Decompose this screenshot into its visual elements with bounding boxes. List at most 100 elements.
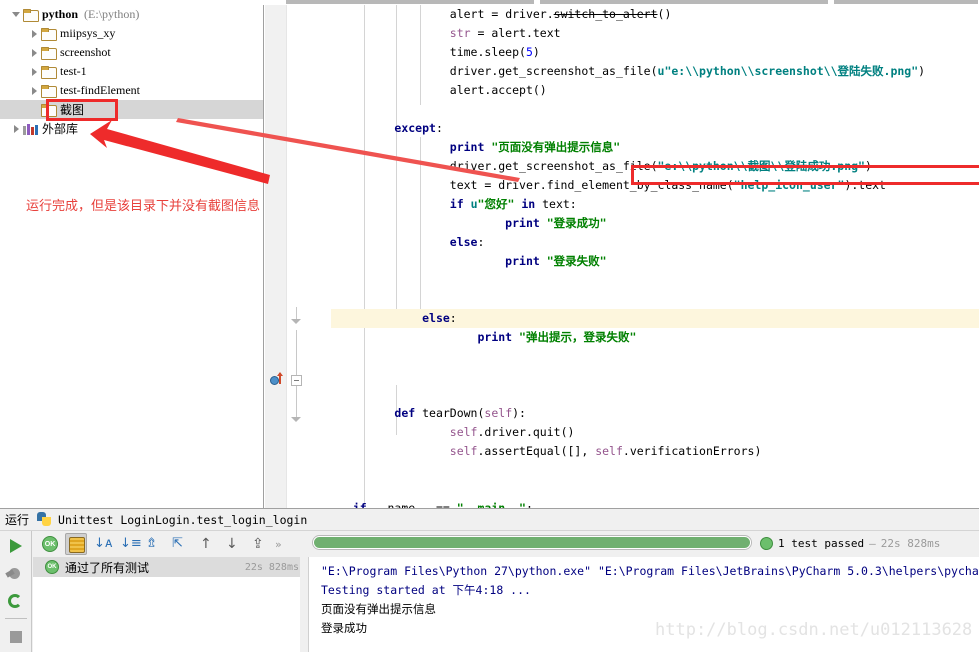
pause-output-button[interactable] [0,559,32,587]
sort-alphabetically-button[interactable]: ↓ᴀ [91,533,113,555]
tree-item-4[interactable]: test-findElement [0,81,263,100]
console-gutter [300,557,309,652]
tree-item-0[interactable]: python (E:\python) [0,5,263,24]
code-line[interactable] [331,461,979,480]
code-line[interactable]: except: [331,119,979,138]
expand-all-button[interactable]: ⇯ [143,533,165,555]
project-tool-window[interactable]: python (E:\python) miipsys_xy screenshot tes… [0,5,264,508]
code-line[interactable] [331,271,979,290]
chevron-right-icon[interactable] [10,119,23,138]
editor-tab-2[interactable] [539,0,829,4]
console-line: "E:\Program Files\Python 27\python.exe" … [321,564,979,578]
chevron-right-icon[interactable] [28,81,41,100]
folder-icon [41,84,57,98]
code-line[interactable]: print "登录失败" [331,252,979,271]
test-progress-bar [312,535,752,550]
test-results-tree[interactable]: OK 通过了所有测试 22s 828ms [33,557,308,652]
folder-icon [41,103,57,117]
code-line[interactable]: print "页面没有弹出提示信息" [331,138,979,157]
code-line[interactable]: self.driver.quit() [331,423,979,442]
folder-icon [41,27,57,41]
code-line[interactable]: else: [331,233,979,252]
editor-text[interactable]: alert = driver.switch_to_alert() str = a… [331,5,979,508]
fold-region-end-icon-2[interactable] [291,417,302,428]
export-icon: ⇪ [252,536,264,552]
tree-item-1[interactable]: miipsys_xy [0,24,263,43]
collapse-all-button[interactable]: ⇱ [169,533,191,555]
code-line[interactable] [331,290,979,309]
stripes-icon [69,537,85,553]
run-window-title: 运行 [5,513,30,527]
code-line[interactable]: str = alert.text [331,24,979,43]
test-status-summary: 1 test passed – 22s 828ms [760,535,940,551]
stop-button[interactable] [0,622,32,650]
folder-icon [41,46,57,60]
test-progress-fill [313,536,751,549]
run-left-toolbar[interactable] [0,531,32,652]
tree-item-5[interactable]: 截图 [0,100,263,119]
code-line[interactable]: if __name__ == "__main__": [331,499,979,508]
tree-item-label: test-findElement [60,83,140,97]
tree-item-label: python [42,7,79,21]
rerun-failed-button[interactable] [0,587,32,615]
test-duration-label: 22s 828ms [880,536,941,550]
code-editor[interactable]: alert = driver.switch_to_alert() str = a… [265,5,979,508]
chevron-right-icon[interactable] [28,24,41,43]
tree-item-label: 外部库 [42,122,79,136]
run-test-gutter-icon[interactable] [270,372,284,387]
test-result-label: 通过了所有测试 [65,560,150,575]
tree-item-path: (E:\python) [84,7,140,21]
code-line[interactable]: def tearDown(self): [331,404,979,423]
sort-by-duration-button[interactable]: ↓≡ [117,533,142,555]
ok-circle-icon: OK [45,560,59,574]
code-line[interactable] [331,480,979,499]
pycharm-window: python (E:\python) miipsys_xy screenshot tes… [0,0,979,652]
show-ignored-button[interactable] [65,533,87,555]
code-line[interactable]: if u"您好" in text: [331,195,979,214]
previous-failed-button[interactable]: ↑ [195,533,217,555]
code-line[interactable]: self.assertEqual([], self.verificationEr… [331,442,979,461]
code-line[interactable]: text = driver.find_element_by_class_name… [331,176,979,195]
sort-az-icon: ↓ᴀ [94,536,113,551]
test-result-row[interactable]: OK 通过了所有测试 22s 828ms [33,557,307,577]
code-line[interactable]: alert.accept() [331,81,979,100]
more-button[interactable]: » [275,538,282,551]
code-line[interactable] [331,347,979,366]
code-line[interactable]: driver.get_screenshot_as_file("e:\\pytho… [331,157,979,176]
code-line[interactable]: print "登录成功" [331,214,979,233]
python-test-icon [37,512,52,527]
chevron-right-icon[interactable] [28,43,41,62]
show-passed-button[interactable]: OK [39,533,61,555]
editor-line-marker-gutter[interactable] [265,5,287,508]
code-line[interactable] [331,366,979,385]
arrow-down-icon: ↓ [226,536,238,552]
editor-folding-gutter[interactable] [287,5,331,508]
code-line[interactable]: time.sleep(5) [331,43,979,62]
rerun-button[interactable] [0,531,32,559]
code-line[interactable] [331,100,979,119]
watermark-text: http://blog.csdn.net/u012113628 [655,620,973,640]
tree-item-2[interactable]: screenshot [0,43,263,62]
run-configuration-name: Unittest LoginLogin.test_login_login [58,512,308,527]
editor-tab-3[interactable] [833,0,979,4]
fold-region-collapse-icon[interactable] [291,375,302,386]
code-line[interactable] [331,385,979,404]
folder-icon [41,65,57,79]
chevron-right-icon[interactable] [28,62,41,81]
test-results-toolbar[interactable]: OK ↓ᴀ ↓≡ ⇯ ⇱ ↑ ↓ ⇪ » [33,531,308,557]
toolbar-divider [5,618,27,619]
tree-item-label: test-1 [60,64,87,78]
code-line[interactable]: alert = driver.switch_to_alert() [331,5,979,24]
export-button[interactable]: ⇪ [247,533,269,555]
fold-region-end-icon[interactable] [291,319,302,330]
library-icon [23,123,38,135]
editor-tab-1[interactable] [285,0,535,4]
code-line[interactable]: print "弹出提示，登录失败" [331,328,979,347]
code-line[interactable]: else: [331,309,979,328]
tree-item-6[interactable]: 外部库 [0,119,263,138]
tree-item-3[interactable]: test-1 [0,62,263,81]
code-line[interactable]: driver.get_screenshot_as_file(u"e:\\pyth… [331,62,979,81]
next-failed-button[interactable]: ↓ [221,533,243,555]
chevron-down-icon[interactable] [10,5,23,24]
